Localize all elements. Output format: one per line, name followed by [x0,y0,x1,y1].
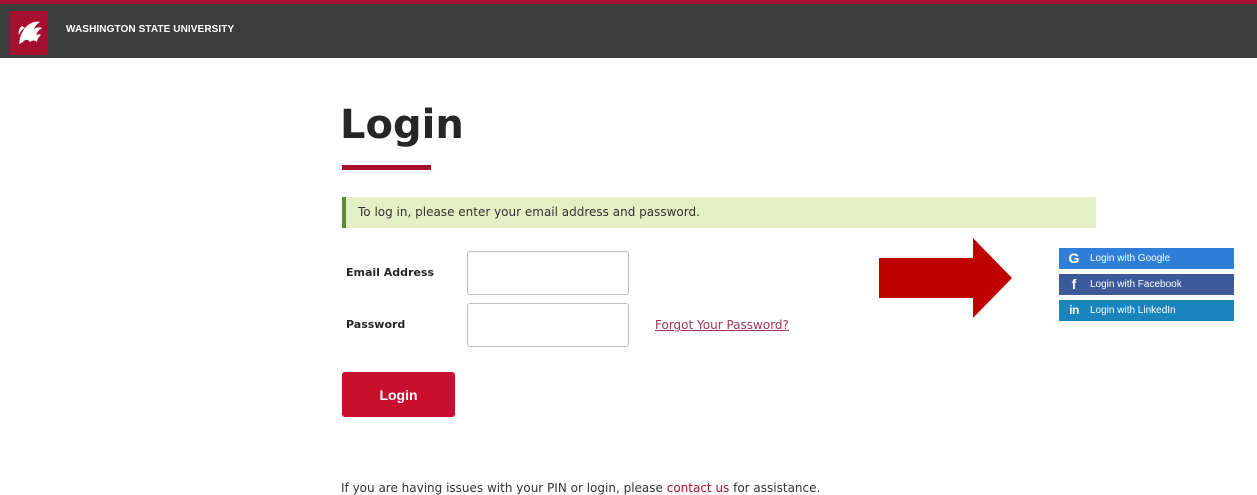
password-field[interactable] [467,303,629,347]
linkedin-login-button[interactable]: in Login with LinkedIn [1059,300,1234,321]
wsu-cougar-logo-icon[interactable] [10,11,48,55]
login-button[interactable]: Login [342,372,455,417]
top-bar: WASHINGTON STATE UNIVERSITY [0,0,1257,58]
info-notice: To log in, please enter your email addre… [342,197,1096,228]
university-name[interactable]: WASHINGTON STATE UNIVERSITY [66,24,234,35]
forgot-password-link[interactable]: Forgot Your Password? [655,318,789,332]
email-label: Email Address [346,266,435,279]
page-title: Login [340,102,464,148]
help-text-prefix: If you are having issues with your PIN o… [341,481,667,495]
facebook-icon: f [1071,276,1077,292]
password-label: Password [346,318,406,331]
title-underline [342,165,431,170]
contact-us-link[interactable]: contact us [667,481,730,495]
facebook-login-button[interactable]: f Login with Facebook [1059,274,1234,295]
notice-text: To log in, please enter your email addre… [358,205,700,219]
help-text-suffix: for assistance. [729,481,821,495]
red-arrow-right-icon [879,238,1012,318]
email-field[interactable] [467,251,629,295]
linkedin-login-label: Login with LinkedIn [1090,305,1176,316]
google-login-label: Login with Google [1090,253,1171,264]
linkedin-icon: in [1069,303,1079,317]
google-login-button[interactable]: G Login with Google [1059,248,1234,269]
facebook-login-label: Login with Facebook [1090,279,1182,290]
help-text: If you are having issues with your PIN o… [341,481,820,495]
google-icon: G [1068,250,1080,266]
